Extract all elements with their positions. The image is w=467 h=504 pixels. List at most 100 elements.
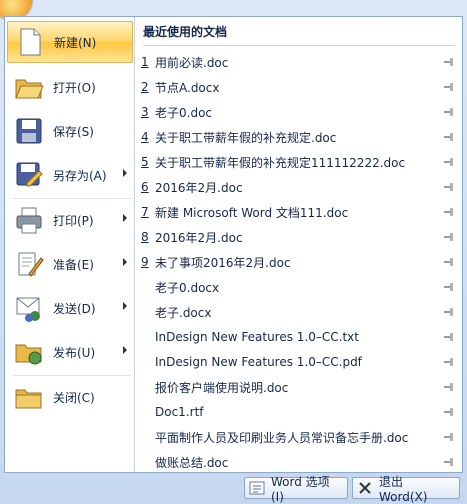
close-folder-icon xyxy=(13,381,45,413)
recent-document-name: InDesign New Features 1.0–CC.pdf xyxy=(155,355,362,369)
recent-document-number: 5 xyxy=(141,155,149,169)
recent-documents-panel: 最近使用的文档 1 用前必读.doc 2 节点A.docx 3 老子0.doc 4 关于职工带… xyxy=(135,17,462,472)
pin-icon[interactable] xyxy=(443,56,455,68)
recent-document-name: 关于职工带薪年假的补充规定111112222.doc xyxy=(155,155,406,170)
pin-icon[interactable] xyxy=(443,381,455,393)
pin-icon[interactable] xyxy=(443,206,455,218)
recent-document-name: 未了事项2016年2月.doc xyxy=(155,255,291,270)
send-icon xyxy=(13,292,45,324)
recent-document-item[interactable]: 8 2016年2月.doc xyxy=(141,225,457,249)
recent-document-name: 关于职工带薪年假的补充规定.doc xyxy=(155,130,337,145)
recent-document-number: 7 xyxy=(141,205,149,219)
pin-icon[interactable] xyxy=(443,431,455,443)
close-icon xyxy=(357,480,373,496)
exit-word-button[interactable]: 退出 Word(X) xyxy=(352,475,460,504)
menu-item-save[interactable]: 保存(S) xyxy=(7,110,133,152)
pin-icon[interactable] xyxy=(443,81,455,93)
recent-document-name: 报价客户端使用说明.doc xyxy=(155,380,289,395)
exit-word-label: 退出 Word(X) xyxy=(379,474,428,504)
recent-document-number: 8 xyxy=(141,230,149,244)
menu-item-print[interactable]: 打印(P) xyxy=(7,199,133,241)
pin-icon[interactable] xyxy=(443,331,455,343)
recent-document-item[interactable]: 6 2016年2月.doc xyxy=(141,175,457,199)
recent-document-name: Doc1.rtf xyxy=(155,405,204,419)
menu-item-label: 发布(U) xyxy=(53,345,96,360)
prepare-icon xyxy=(13,248,45,280)
recent-document-item[interactable]: 做账总结.doc xyxy=(141,450,457,474)
recent-document-name: InDesign New Features 1.0–CC.txt xyxy=(155,330,359,344)
menu-item-save-as[interactable]: 另存为(A) xyxy=(7,154,133,196)
recent-document-number: 2 xyxy=(141,80,149,94)
menu-item-label: 保存(S) xyxy=(53,124,94,139)
recent-document-name: 做账总结.doc xyxy=(155,455,229,470)
pin-icon[interactable] xyxy=(443,306,455,318)
recent-document-item[interactable]: 2 节点A.docx xyxy=(141,75,457,99)
word-options-icon xyxy=(249,480,265,496)
recent-document-item[interactable]: 老子.docx xyxy=(141,300,457,324)
recent-document-number: 6 xyxy=(141,180,149,194)
menu-item-prepare[interactable]: 准备(E) xyxy=(7,243,133,285)
menu-item-label: 准备(E) xyxy=(53,257,94,272)
submenu-arrow-icon xyxy=(123,302,127,310)
pin-icon[interactable] xyxy=(443,181,455,193)
submenu-arrow-icon xyxy=(123,169,127,177)
recent-document-item[interactable]: 4 关于职工带薪年假的补充规定.doc xyxy=(141,125,457,149)
recent-document-number: 1 xyxy=(141,55,149,69)
recent-document-item[interactable]: Doc1.rtf xyxy=(141,400,457,424)
recent-document-name: 2016年2月.doc xyxy=(155,230,243,245)
recent-document-number: 3 xyxy=(141,105,149,119)
pin-icon[interactable] xyxy=(443,231,455,243)
menu-item-close[interactable]: 关闭(C) xyxy=(7,376,133,418)
recent-document-item[interactable]: 3 老子0.doc xyxy=(141,100,457,124)
publish-icon xyxy=(13,336,45,368)
recent-documents-title: 最近使用的文档 xyxy=(143,23,455,46)
word-options-button[interactable]: Word 选项(I) xyxy=(244,475,348,504)
left-menu: 新建(N) 打开(O) 保存(S) 另存为(A) 打印(P) 准备(E) 发送(… xyxy=(5,17,135,472)
menu-item-open[interactable]: 打开(O) xyxy=(7,66,133,108)
bottom-bar: Word 选项(I) 退出 Word(X) xyxy=(0,473,467,504)
menu-item-label: 另存为(A) xyxy=(53,168,107,183)
submenu-arrow-icon xyxy=(123,258,127,266)
menu-item-send[interactable]: 发送(D) xyxy=(7,287,133,329)
recent-document-name: 2016年2月.doc xyxy=(155,180,243,195)
recent-document-number: 9 xyxy=(141,255,149,269)
pin-icon[interactable] xyxy=(443,356,455,368)
office-menu-window: 新建(N) 打开(O) 保存(S) 另存为(A) 打印(P) 准备(E) 发送(… xyxy=(0,0,467,504)
open-folder-icon xyxy=(13,71,45,103)
new-document-icon xyxy=(14,26,46,58)
menu-item-label: 关闭(C) xyxy=(53,390,95,405)
menu-item-label: 打印(P) xyxy=(53,213,94,228)
menu-item-label: 新建(N) xyxy=(54,35,97,50)
recent-document-item[interactable]: 7 新建 Microsoft Word 文档111.doc xyxy=(141,200,457,224)
pin-icon[interactable] xyxy=(443,281,455,293)
recent-document-item[interactable]: InDesign New Features 1.0–CC.txt xyxy=(141,325,457,349)
printer-icon xyxy=(13,204,45,236)
recent-document-item[interactable]: InDesign New Features 1.0–CC.pdf xyxy=(141,350,457,374)
save-as-icon xyxy=(13,159,45,191)
recent-document-number: 4 xyxy=(141,130,149,144)
recent-document-name: 用前必读.doc xyxy=(155,55,229,70)
menu-item-new[interactable]: 新建(N) xyxy=(7,21,133,63)
menu-item-label: 打开(O) xyxy=(53,80,96,95)
office-menu: 新建(N) 打开(O) 保存(S) 另存为(A) 打印(P) 准备(E) 发送(… xyxy=(4,16,463,473)
pin-icon[interactable] xyxy=(443,406,455,418)
pin-icon[interactable] xyxy=(443,131,455,143)
recent-document-name: 平面制作人员及印刷业务人员常识备忘手册.doc xyxy=(155,430,409,445)
submenu-arrow-icon xyxy=(123,346,127,354)
submenu-arrow-icon xyxy=(123,214,127,222)
recent-document-item[interactable]: 5 关于职工带薪年假的补充规定111112222.doc xyxy=(141,150,457,174)
recent-document-item[interactable]: 9 未了事项2016年2月.doc xyxy=(141,250,457,274)
recent-document-item[interactable]: 报价客户端使用说明.doc xyxy=(141,375,457,399)
pin-icon[interactable] xyxy=(443,256,455,268)
recent-document-name: 节点A.docx xyxy=(155,80,220,95)
pin-icon[interactable] xyxy=(443,106,455,118)
save-disk-icon xyxy=(13,115,45,147)
recent-document-name: 新建 Microsoft Word 文档111.doc xyxy=(155,205,349,220)
menu-item-publish[interactable]: 发布(U) xyxy=(7,331,133,373)
pin-icon[interactable] xyxy=(443,156,455,168)
menu-item-label: 发送(D) xyxy=(53,301,96,316)
pin-icon[interactable] xyxy=(443,456,455,468)
recent-document-item[interactable]: 1 用前必读.doc xyxy=(141,50,457,74)
recent-document-item[interactable]: 老子0.docx xyxy=(141,275,457,299)
recent-document-item[interactable]: 平面制作人员及印刷业务人员常识备忘手册.doc xyxy=(141,425,457,449)
